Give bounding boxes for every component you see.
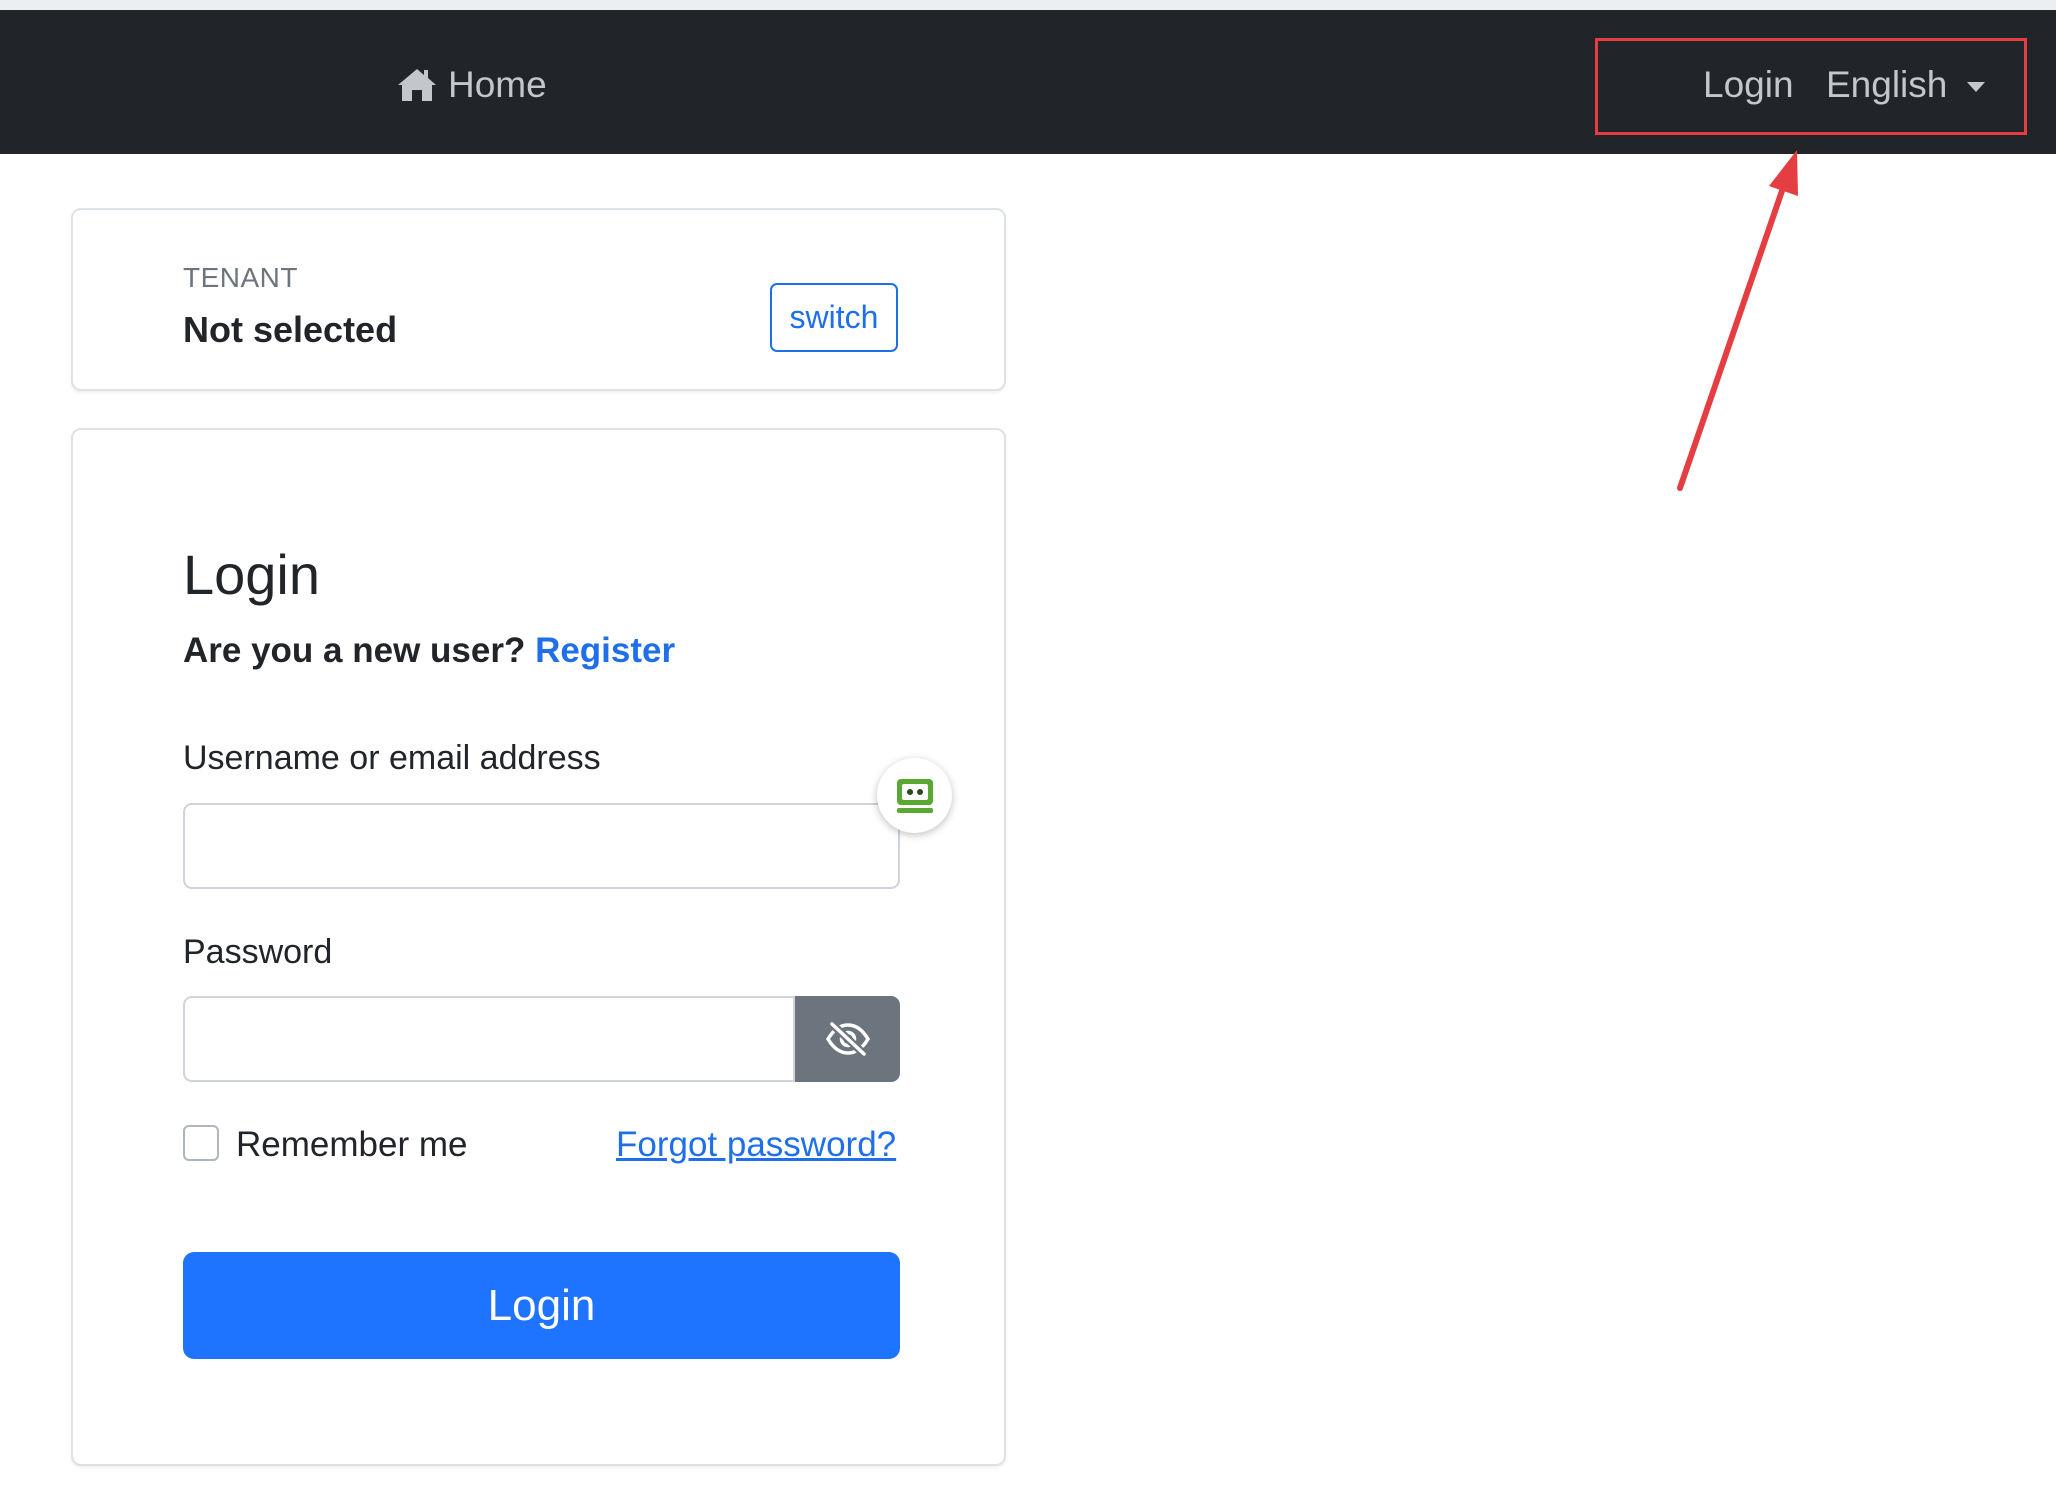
login-submit-button[interactable]: Login: [183, 1252, 900, 1359]
login-title: Login: [183, 543, 321, 606]
tenant-value: Not selected: [183, 309, 398, 350]
nav-home-link[interactable]: Home: [396, 61, 547, 109]
password-input[interactable]: [183, 996, 795, 1082]
new-user-prompt: Are you a new user? Register: [183, 631, 675, 671]
password-label: Password: [183, 933, 333, 971]
nav-home-label: Home: [448, 64, 547, 105]
tenant-label: TENANT: [183, 262, 298, 293]
username-label: Username or email address: [183, 739, 601, 777]
home-icon: [398, 69, 436, 101]
eye-slash-icon: [825, 1021, 870, 1057]
annotation-highlight-box: [1595, 38, 2027, 135]
window-top-strip: [0, 0, 2056, 10]
password-manager-badge[interactable]: [877, 758, 952, 833]
username-input[interactable]: [183, 803, 900, 889]
forgot-password-link[interactable]: Forgot password?: [616, 1125, 896, 1165]
tenant-card: TENANT Not selected switch: [71, 208, 1006, 391]
switch-tenant-button[interactable]: switch: [770, 283, 898, 352]
new-user-text: Are you a new user?: [183, 631, 526, 670]
toggle-password-visibility-button[interactable]: [795, 996, 900, 1082]
login-card: Login Are you a new user? Register Usern…: [71, 428, 1006, 1466]
roboform-icon: [896, 778, 933, 813]
remember-me-checkbox[interactable]: [183, 1125, 219, 1161]
remember-me-label[interactable]: Remember me: [236, 1125, 467, 1165]
register-link[interactable]: Register: [535, 631, 675, 670]
